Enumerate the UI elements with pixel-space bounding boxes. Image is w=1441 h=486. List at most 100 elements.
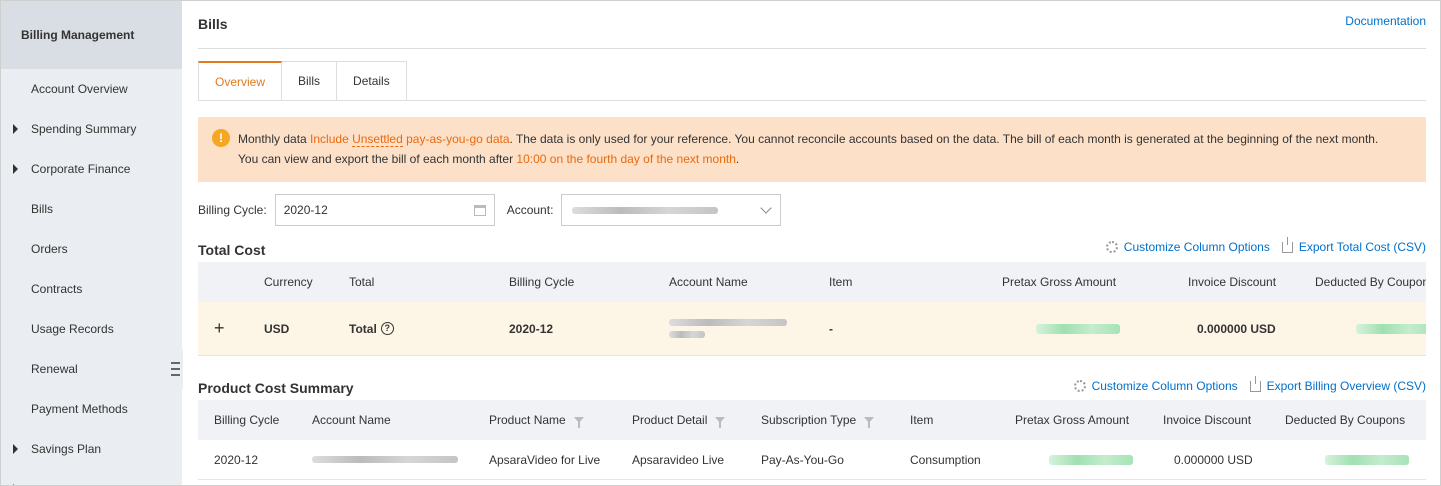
sidebar-item-label: Contracts bbox=[31, 282, 83, 296]
coupons-cell bbox=[1356, 302, 1426, 355]
sidebar-item-usage-records[interactable]: Usage Records bbox=[1, 309, 182, 349]
notice-text: . bbox=[735, 152, 740, 166]
menu-collapse-icon bbox=[170, 360, 180, 378]
total-cost-actions: Customize Column Options Export Total Co… bbox=[1094, 236, 1426, 254]
calendar-icon bbox=[473, 204, 486, 216]
column-header-product-name: Product Name bbox=[489, 400, 584, 440]
sidebar-collapse-button[interactable] bbox=[167, 349, 183, 389]
column-header: Account Name bbox=[312, 413, 391, 427]
product-summary-actions: Customize Column Options Export Billing … bbox=[1062, 375, 1426, 393]
sidebar-item-label: Renewal bbox=[31, 362, 78, 376]
billing-cycle-picker[interactable]: 2020-12 bbox=[274, 194, 495, 226]
notice-highlight: Include bbox=[310, 132, 353, 146]
tab-overview[interactable]: Overview bbox=[198, 61, 283, 101]
filter-row: Billing Cycle: 2020-12 Account: bbox=[198, 194, 782, 226]
column-header: Total bbox=[349, 275, 375, 289]
sidebar-item-corporate-finance[interactable]: Corporate Finance bbox=[1, 149, 182, 189]
sidebar-item-bills[interactable]: Bills bbox=[1, 189, 182, 229]
pretax-amount-cell bbox=[1049, 440, 1133, 479]
item-cell: - bbox=[829, 321, 833, 336]
column-header: Currency bbox=[264, 275, 313, 289]
account-name-redacted bbox=[669, 319, 787, 326]
help-icon[interactable]: ? bbox=[380, 322, 394, 335]
filter-icon[interactable] bbox=[864, 417, 875, 428]
total-cost-title: Total Cost bbox=[198, 242, 266, 258]
column-header-product-detail: Product Detail bbox=[632, 400, 726, 440]
account-name-redacted bbox=[669, 331, 705, 338]
total-label: Total bbox=[349, 321, 377, 336]
column-header: Item bbox=[910, 413, 934, 427]
documentation-link[interactable]: Documentation bbox=[1345, 14, 1426, 28]
account-label: Account: bbox=[506, 203, 554, 217]
customize-columns-label: Customize Column Options bbox=[1091, 379, 1238, 393]
column-header: Account Name bbox=[669, 275, 748, 289]
expand-row-button[interactable]: + bbox=[214, 302, 225, 355]
column-header: Invoice Discount bbox=[1188, 275, 1277, 289]
invoice-discount-cell: 0.000000 USD bbox=[1197, 321, 1276, 336]
column-header: Billing Cycle bbox=[214, 413, 280, 427]
column-header: Deducted By Coupons bbox=[1315, 275, 1426, 289]
filter-icon[interactable] bbox=[573, 417, 584, 428]
export-icon bbox=[1281, 236, 1293, 253]
export-billing-overview-button[interactable]: Export Billing Overview (CSV) bbox=[1249, 375, 1426, 393]
export-total-cost-button[interactable]: Export Total Cost (CSV) bbox=[1281, 236, 1426, 254]
sidebar-item-savings-plan[interactable]: Savings Plan bbox=[1, 429, 182, 469]
tab-details[interactable]: Details bbox=[337, 61, 407, 101]
amount-redacted bbox=[1049, 454, 1133, 465]
tab-bills[interactable]: Bills bbox=[282, 61, 338, 101]
divider bbox=[198, 48, 1426, 49]
column-header: Deducted By Coupons bbox=[1285, 413, 1406, 427]
sidebar-item-label: Payment Methods bbox=[31, 402, 128, 416]
column-header-label: Product Name bbox=[489, 413, 566, 427]
amount-redacted bbox=[1325, 454, 1409, 465]
customize-columns-label: Customize Column Options bbox=[1123, 240, 1270, 254]
account-redacted bbox=[572, 206, 719, 214]
billing-cycle-label: Billing Cycle: bbox=[198, 203, 267, 217]
sidebar-item-account-overview[interactable]: Account Overview bbox=[1, 69, 182, 109]
coupons-cell bbox=[1325, 440, 1409, 479]
chevron-down-icon bbox=[760, 202, 773, 214]
total-cell: Total? bbox=[349, 302, 394, 355]
customize-columns-button[interactable]: Customize Column Options bbox=[1073, 379, 1238, 393]
billing-cycle-cell: 2020-12 bbox=[509, 321, 554, 336]
column-header: Invoice Discount bbox=[1163, 413, 1252, 427]
column-header: Pretax Gross Amount bbox=[1015, 413, 1130, 427]
tab-bar: Overview Bills Details bbox=[198, 61, 407, 101]
billing-cycle-value: 2020-12 bbox=[283, 203, 328, 217]
sidebar: Billing Management Account Overview Spen… bbox=[1, 1, 183, 485]
column-header: Pretax Gross Amount bbox=[1002, 275, 1117, 289]
account-select[interactable] bbox=[561, 194, 782, 226]
sidebar-item-payment-methods[interactable]: Payment Methods bbox=[1, 389, 182, 429]
product-detail-cell: Apsaravideo Live bbox=[632, 452, 725, 467]
column-header: Item bbox=[829, 275, 853, 289]
table-row: + USD Total? 2020-12 - 0.000000 USD bbox=[198, 302, 1426, 356]
subscription-type-cell: Pay-As-You-Go bbox=[761, 452, 844, 467]
notice-text: You can view and export the bill of each… bbox=[238, 152, 517, 166]
customize-columns-button[interactable]: Customize Column Options bbox=[1105, 240, 1270, 254]
gear-icon bbox=[1073, 380, 1086, 392]
column-header-label: Product Detail bbox=[632, 413, 708, 427]
caret-right-icon bbox=[13, 124, 18, 134]
amount-redacted bbox=[1356, 323, 1426, 334]
notice-highlight: 10:00 on the fourth day of the next mont… bbox=[516, 152, 736, 166]
notice-text: . The data is only used for your referen… bbox=[509, 132, 1379, 146]
export-label: Export Total Cost (CSV) bbox=[1298, 240, 1426, 254]
sidebar-item-renewal[interactable]: Renewal bbox=[1, 349, 182, 389]
currency-cell: USD bbox=[264, 321, 290, 336]
page-title: Bills bbox=[198, 16, 228, 32]
sidebar-item-spending-summary[interactable]: Spending Summary bbox=[1, 109, 182, 149]
main-content: Bills Documentation Overview Bills Detai… bbox=[182, 1, 1440, 485]
table-header: Currency Total Billing Cycle Account Nam… bbox=[198, 262, 1426, 302]
column-header-subscription-type: Subscription Type bbox=[761, 400, 875, 440]
notice-line-2: You can view and export the bill of each… bbox=[238, 149, 1410, 169]
sidebar-item-cut-off[interactable] bbox=[1, 469, 182, 485]
sidebar-item-contracts[interactable]: Contracts bbox=[1, 269, 182, 309]
notice-highlight-underlined: Unsettled bbox=[352, 132, 403, 147]
column-header-label: Subscription Type bbox=[761, 413, 857, 427]
total-cost-table: Currency Total Billing Cycle Account Nam… bbox=[198, 262, 1426, 356]
amount-redacted bbox=[1036, 323, 1120, 334]
sidebar-item-label: Bills bbox=[31, 202, 54, 216]
sidebar-item-orders[interactable]: Orders bbox=[1, 229, 182, 269]
filter-icon[interactable] bbox=[715, 417, 726, 428]
notice-line-1: Monthly data Include Unsettled pay-as-yo… bbox=[238, 129, 1410, 149]
